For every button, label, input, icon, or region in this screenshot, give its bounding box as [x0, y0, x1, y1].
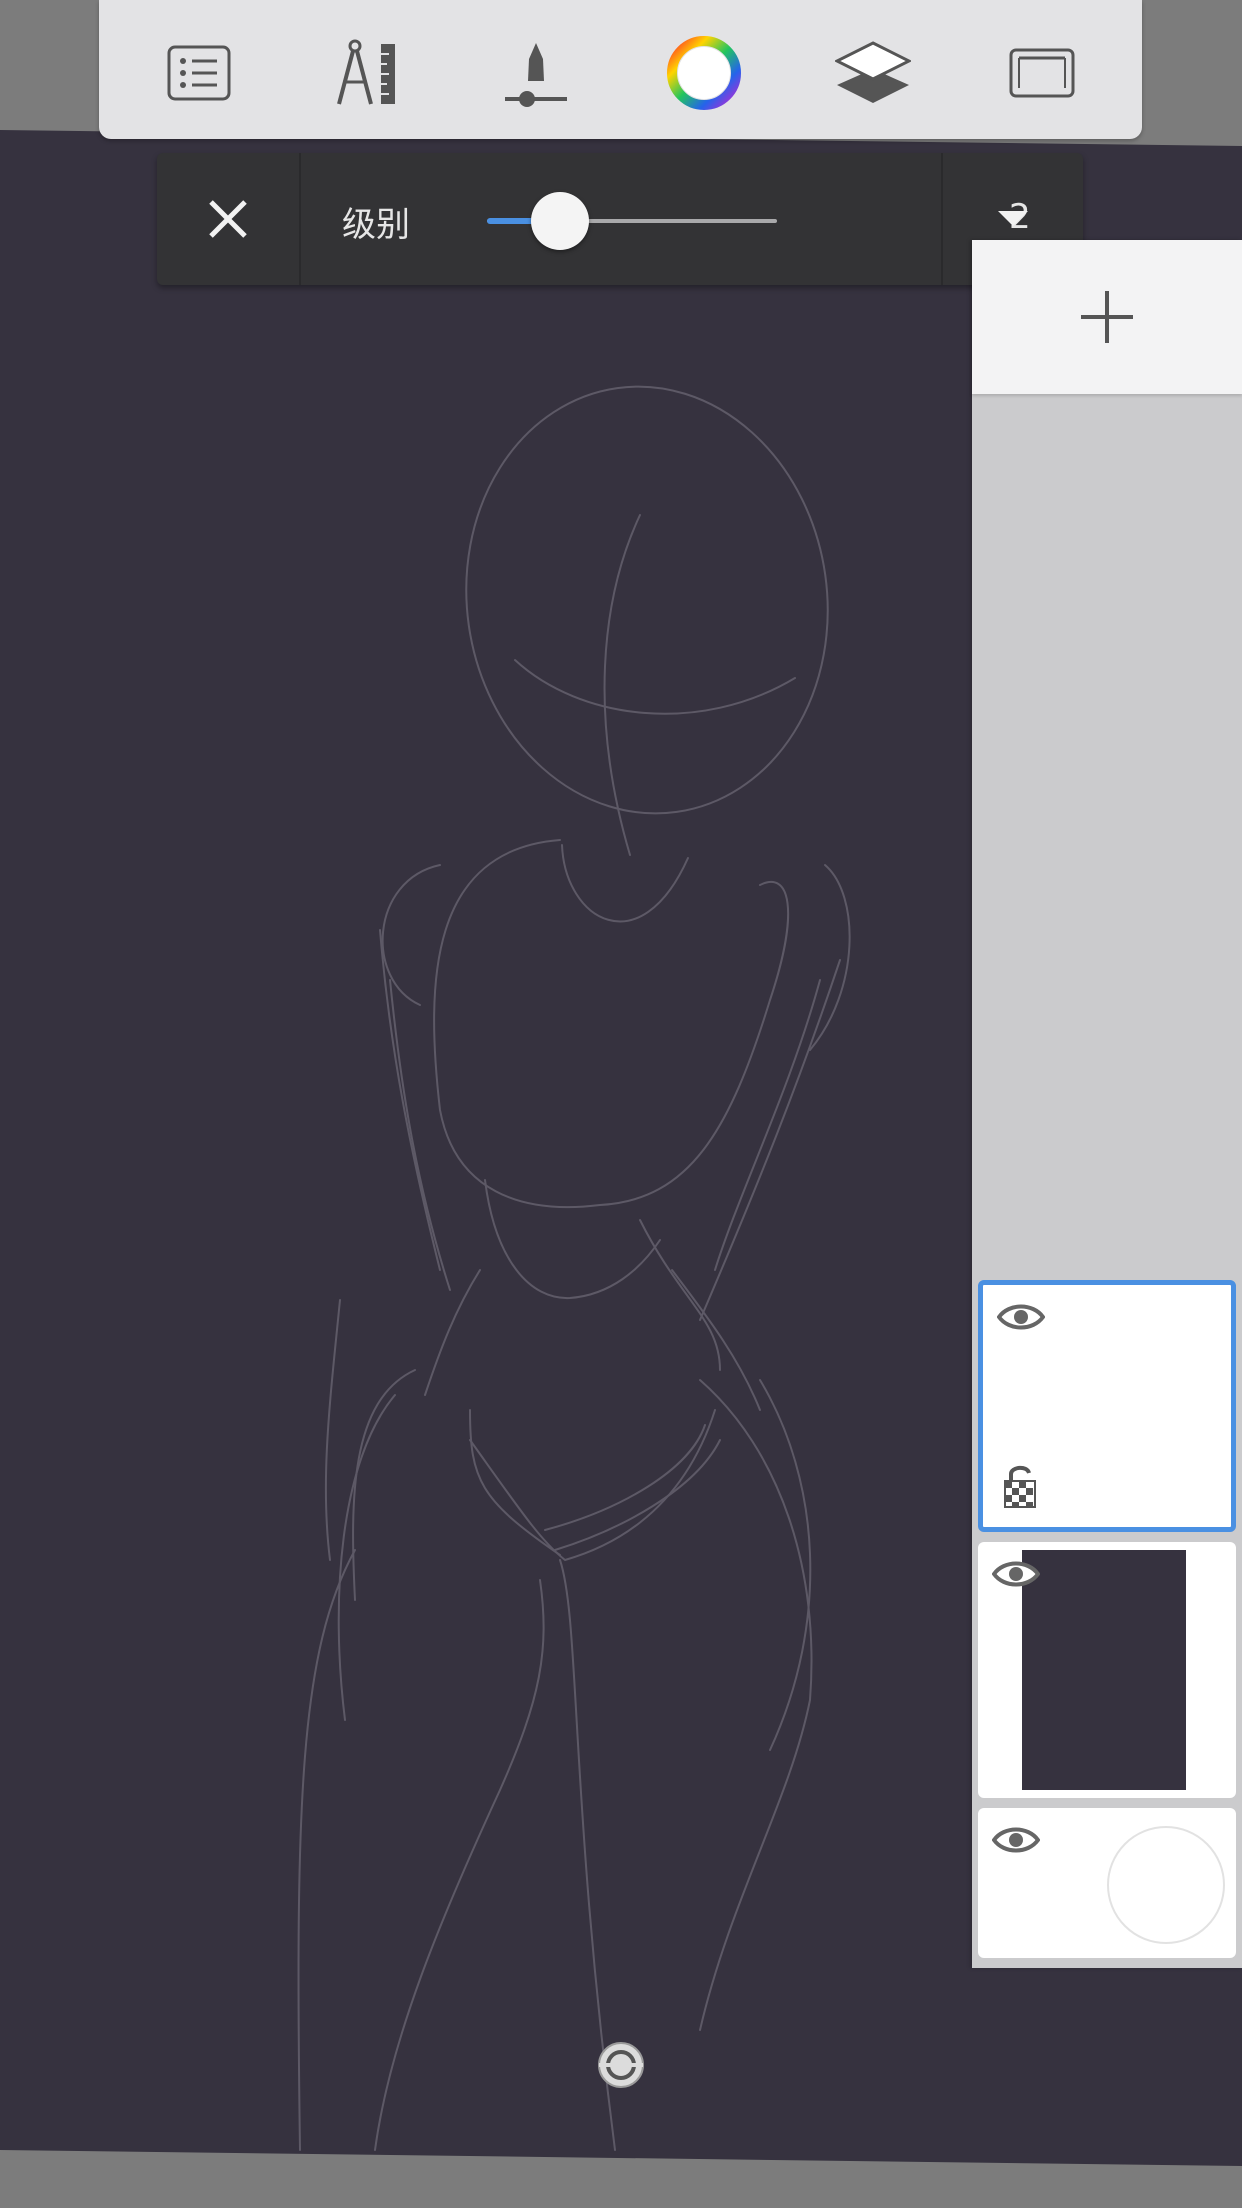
layers-icon[interactable]: [828, 28, 918, 118]
add-layer-button[interactable]: [972, 240, 1242, 394]
canvas-frame-icon[interactable]: [997, 28, 1087, 118]
close-icon: [209, 200, 247, 238]
eye-icon[interactable]: [992, 1558, 1040, 1590]
layer-item-background[interactable]: [978, 1808, 1236, 1958]
eye-icon[interactable]: [992, 1824, 1040, 1856]
color-wheel-icon[interactable]: [659, 28, 749, 118]
level-label: 级别: [342, 205, 410, 245]
triangle-down-icon: [998, 211, 1028, 226]
eye-icon[interactable]: [997, 1301, 1045, 1333]
layer-thumbnail: [1107, 1826, 1225, 1944]
layer-item-dark[interactable]: [978, 1542, 1236, 1798]
top-toolbar: [99, 0, 1142, 139]
plus-icon: [1081, 291, 1133, 343]
close-button[interactable]: [157, 153, 299, 285]
divider: [299, 153, 301, 285]
layers-panel: [972, 240, 1242, 1968]
level-slider-thumb[interactable]: [530, 192, 589, 250]
ruler-compass-icon[interactable]: [323, 28, 413, 118]
brush-size-icon[interactable]: [491, 28, 581, 118]
list-icon[interactable]: [154, 28, 244, 118]
layer-item-active[interactable]: [978, 1280, 1236, 1532]
alpha-lock-icon[interactable]: [1003, 1463, 1037, 1509]
level-control-bar: 级别 2: [157, 153, 1083, 285]
rotate-handle-icon[interactable]: [596, 2040, 646, 2090]
layer-thumbnail: [1022, 1550, 1186, 1790]
